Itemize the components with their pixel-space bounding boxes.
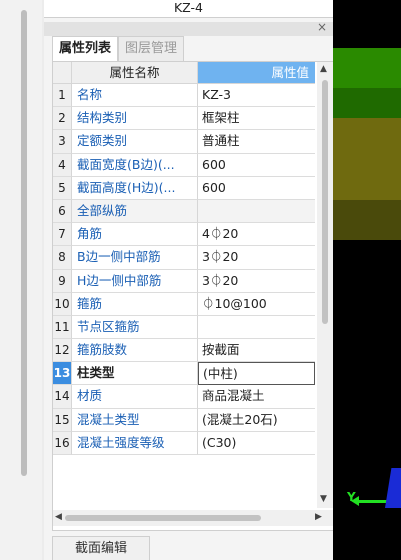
row-number: 14 [53, 385, 72, 409]
property-value-cell[interactable]: 3⏀20 [198, 246, 315, 270]
property-value-cell[interactable]: (C30) [198, 432, 315, 455]
property-name-cell[interactable]: 箍筋肢数 [72, 339, 198, 363]
row-number: 16 [53, 431, 72, 455]
table-row[interactable]: 10 箍筋 ⏀10@100 [53, 292, 315, 316]
property-name-cell[interactable]: 名称 [72, 84, 198, 108]
property-value-cell[interactable]: 框架柱 [198, 107, 315, 131]
component-name-box[interactable]: KZ-4 [44, 0, 333, 18]
property-value-cell[interactable]: 普通柱 [198, 130, 315, 154]
vertical-scroll-thumb[interactable] [322, 80, 328, 324]
property-value-cell[interactable]: ⏀10@100 [198, 293, 315, 316]
vertical-scrollbar[interactable]: ▲ ▼ [317, 62, 333, 508]
property-name-cell[interactable]: 混凝土强度等级 [72, 431, 198, 455]
table-row-group[interactable]: 6 全部纵筋 [53, 199, 315, 224]
y-axis-line [355, 500, 389, 503]
tab-property-list[interactable]: 属性列表 [52, 36, 119, 61]
row-number: 11 [53, 315, 72, 340]
row-number: 7 [53, 223, 72, 247]
property-name-cell[interactable]: B边一侧中部筋 [72, 246, 198, 270]
left-scrollbar[interactable] [21, 10, 27, 476]
panel-dock-bar: × [44, 20, 333, 36]
table-row[interactable]: 1 名称 KZ-3 [53, 84, 315, 108]
z-axis-marker-icon [385, 468, 401, 508]
property-value-cell[interactable]: (混凝土20石) [198, 409, 315, 432]
horizontal-scrollbar[interactable]: ◀ ▶ [53, 510, 333, 526]
row-number: 9 [53, 269, 72, 293]
property-name-cell[interactable]: 全部纵筋 [72, 199, 198, 224]
row-number: 2 [53, 107, 72, 131]
property-value-cell[interactable] [198, 199, 315, 224]
section-edit-button[interactable]: 截面编辑 [52, 536, 150, 560]
property-panel: KZ-4 × 属性列表 图层管理 属性名称 属性值 1 名称 KZ-3 2 结构类别框… [44, 0, 334, 560]
scroll-down-icon[interactable]: ▼ [320, 494, 327, 504]
table-row[interactable]: 7 角筋 4⏀20 [53, 223, 315, 247]
left-side-strip [0, 0, 42, 560]
property-value-input[interactable]: (中柱) [198, 362, 315, 386]
row-number: 3 [53, 130, 72, 154]
panel-tabs: 属性列表 图层管理 [52, 36, 185, 61]
property-name-cell[interactable]: 节点区箍筋 [72, 315, 198, 340]
row-number: 6 [53, 199, 72, 224]
scroll-up-icon[interactable]: ▲ [320, 64, 327, 74]
table-row[interactable]: 15 混凝土类型 (混凝土20石) [53, 408, 315, 432]
row-number: 1 [53, 84, 72, 108]
tab-layer-management[interactable]: 图层管理 [118, 36, 185, 61]
table-row[interactable]: 12 箍筋肢数 按截面 [53, 339, 315, 363]
table-row[interactable]: 9 H边一侧中部筋 3⏀20 [53, 269, 315, 293]
table-row[interactable]: 3 定额类别 普通柱 [53, 130, 315, 154]
property-value-cell[interactable]: 600 [198, 154, 315, 177]
table-row[interactable]: 11 节点区箍筋 [53, 315, 315, 340]
property-value-cell[interactable]: 商品混凝土 [198, 385, 315, 409]
header-property-value: 属性值 [198, 62, 315, 84]
property-value-cell[interactable]: 600 [198, 177, 315, 200]
scroll-left-icon[interactable]: ◀ [55, 512, 62, 522]
model-face-olive-dark [333, 200, 401, 240]
property-value-cell[interactable]: 3⏀20 [198, 270, 315, 293]
property-name-cell[interactable]: 材质 [72, 385, 198, 409]
table-row[interactable]: 14 材质 商品混凝土 [53, 385, 315, 409]
row-number: 4 [53, 153, 72, 177]
property-value-cell[interactable] [198, 316, 315, 340]
row-number: 13 [53, 362, 72, 386]
table-row[interactable]: 16 混凝土强度等级 (C30) [53, 431, 315, 455]
table-row[interactable]: 5 截面高度(H边)(... 600 [53, 176, 315, 200]
row-number: 15 [53, 408, 72, 432]
row-number: 12 [53, 339, 72, 363]
row-number: 5 [53, 176, 72, 200]
table-row[interactable]: 2 结构类别 框架柱 [53, 107, 315, 131]
table-row[interactable]: 8 B边一侧中部筋 3⏀20 [53, 246, 315, 270]
property-name-cell[interactable]: 角筋 [72, 223, 198, 247]
header-row-number [53, 62, 72, 84]
property-name-cell[interactable]: 混凝土类型 [72, 408, 198, 432]
row-number: 8 [53, 246, 72, 270]
table-row-selected[interactable]: 13 柱类型 (中柱) [53, 362, 315, 386]
property-grid: 属性名称 属性值 1 名称 KZ-3 2 结构类别 框架柱 3 定额类别 普通柱 4 截面宽度… [52, 61, 334, 531]
property-name-cell[interactable]: 结构类别 [72, 107, 198, 131]
property-name-cell[interactable]: 箍筋 [72, 292, 198, 316]
table-row[interactable]: 4 截面宽度(B边)(... 600 [53, 153, 315, 177]
property-name-cell[interactable]: 截面宽度(B边)(... [72, 153, 198, 177]
row-number: 10 [53, 292, 72, 316]
property-value-cell[interactable]: KZ-3 [198, 84, 315, 108]
grid-rows: 1 名称 KZ-3 2 结构类别 框架柱 3 定额类别 普通柱 4 截面宽度(B边)(... 6… [53, 84, 315, 455]
property-name-cell[interactable]: 截面高度(H边)(... [72, 176, 198, 200]
3d-viewport[interactable]: Y [333, 0, 401, 560]
property-value-cell[interactable]: 4⏀20 [198, 223, 315, 247]
property-name-cell[interactable]: H边一侧中部筋 [72, 269, 198, 293]
model-face-green-dark [333, 88, 401, 118]
scroll-right-icon[interactable]: ▶ [315, 512, 322, 522]
property-value-cell[interactable]: 按截面 [198, 339, 315, 363]
property-name-cell[interactable]: 定额类别 [72, 130, 198, 154]
close-icon[interactable]: × [317, 20, 327, 34]
header-property-name: 属性名称 [72, 62, 198, 84]
horizontal-scroll-thumb[interactable] [65, 515, 261, 521]
grid-header: 属性名称 属性值 [53, 62, 315, 84]
property-name-cell[interactable]: 柱类型 [72, 362, 198, 386]
